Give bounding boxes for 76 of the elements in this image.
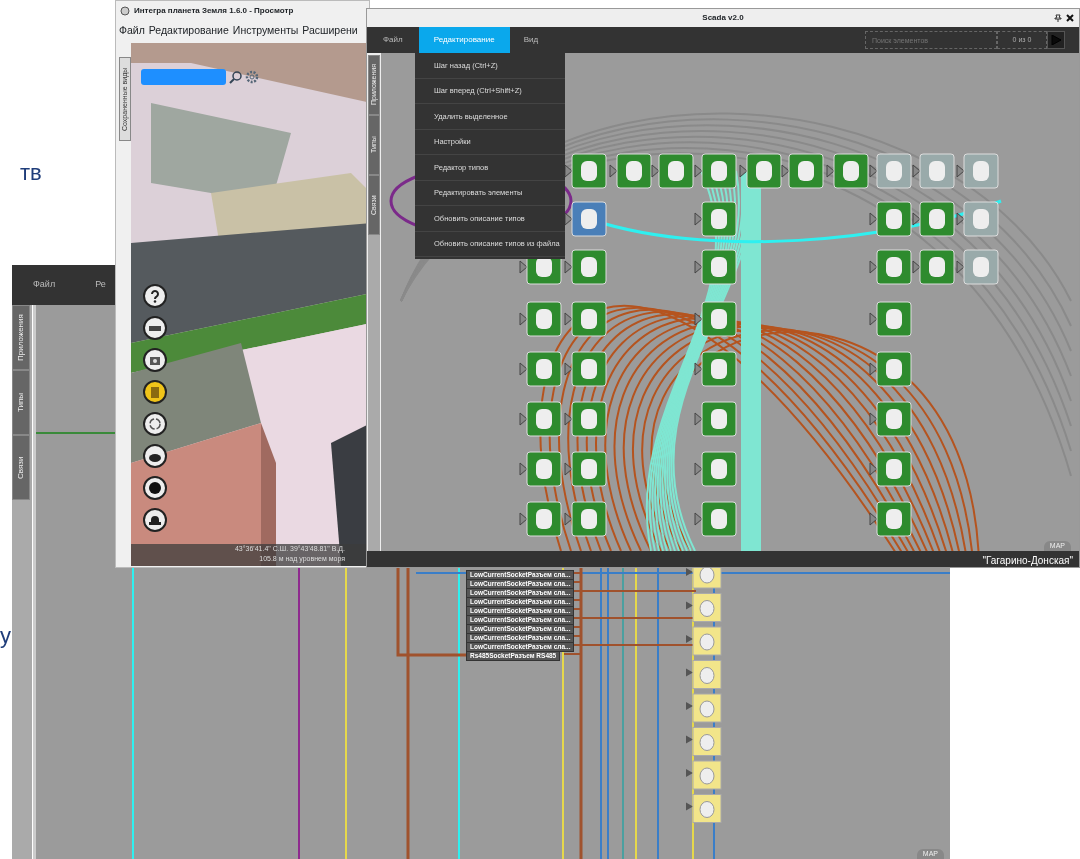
device-node: [956, 153, 999, 189]
device-node: [694, 249, 737, 285]
device-node: [686, 760, 722, 790]
menu-tab[interactable]: Файл: [367, 27, 419, 53]
device-node: [869, 301, 912, 337]
device-node: [869, 501, 912, 537]
device-node: [686, 660, 722, 689]
device-node: [694, 451, 737, 487]
device-node: [739, 153, 782, 189]
device-node: [519, 301, 562, 337]
device-node: [564, 249, 607, 285]
device-node: [869, 249, 912, 285]
device-node: [694, 501, 737, 537]
device-node: [869, 153, 912, 189]
close-icon: [1066, 14, 1074, 22]
search-field[interactable]: [141, 69, 226, 85]
device-node: [781, 153, 824, 189]
menu-item[interactable]: Файл: [119, 23, 145, 41]
device-node: [686, 794, 722, 823]
building-icon: [148, 385, 162, 399]
device-node: [869, 201, 912, 237]
window-title: Интегра планета Земля 1.6.0 - Просмотр: [134, 5, 294, 17]
device-node: [694, 401, 737, 437]
device-node: [651, 153, 694, 189]
device-node: [686, 626, 722, 656]
device-node: [519, 401, 562, 437]
play-button[interactable]: [1047, 31, 1065, 49]
device-node: [564, 201, 607, 237]
globe-icon: [120, 6, 130, 16]
device-node: [564, 451, 607, 487]
blob-icon: [148, 481, 162, 495]
menu-item[interactable]: Ре: [67, 265, 118, 305]
status-text: "Гагарино-Донская": [982, 553, 1073, 567]
device-node: [956, 201, 999, 237]
device-node: [694, 153, 737, 189]
slide-text: у: [0, 625, 11, 647]
device-node: [912, 201, 955, 237]
device-node: [912, 249, 955, 285]
play-icon: [1051, 35, 1061, 45]
side-tab[interactable]: Связи: [12, 435, 30, 500]
device-node: [564, 153, 607, 189]
device-node: [869, 401, 912, 437]
menu-item[interactable]: Инструменты: [232, 23, 299, 41]
device-node: [564, 351, 607, 387]
device-node: [694, 351, 737, 387]
menu-item[interactable]: Редактирование: [148, 23, 229, 41]
device-node: [686, 693, 722, 723]
side-tab[interactable]: Приложения: [12, 305, 30, 370]
device-node: [694, 301, 737, 337]
device-node: [564, 501, 607, 537]
device-node: [609, 153, 652, 189]
menu-tab[interactable]: Вид: [509, 27, 553, 53]
device-node: [694, 201, 737, 237]
device-node: [686, 593, 722, 622]
slide-text: тв: [20, 162, 42, 184]
device-node: [519, 351, 562, 387]
device-node: [519, 451, 562, 487]
device-node: [564, 401, 607, 437]
device-node: [519, 501, 562, 537]
search-icon: [229, 70, 243, 84]
menu-item[interactable]: Файл: [12, 265, 68, 305]
siren-icon: [149, 515, 161, 525]
help-icon: [148, 289, 162, 303]
device-node: [686, 727, 722, 756]
gear-icon: [245, 70, 259, 84]
device-node: [912, 153, 955, 189]
side-tab[interactable]: Типы: [12, 370, 30, 435]
window-title: Scada v2.0: [702, 12, 744, 24]
pin-icon: [1054, 14, 1062, 22]
device-node: [826, 153, 869, 189]
device-node: [956, 249, 999, 285]
device-node: [869, 351, 912, 387]
refresh-icon: [148, 417, 162, 431]
device-node: [869, 451, 912, 487]
device-node: [564, 301, 607, 337]
menu-item[interactable]: Расширени: [302, 23, 358, 41]
